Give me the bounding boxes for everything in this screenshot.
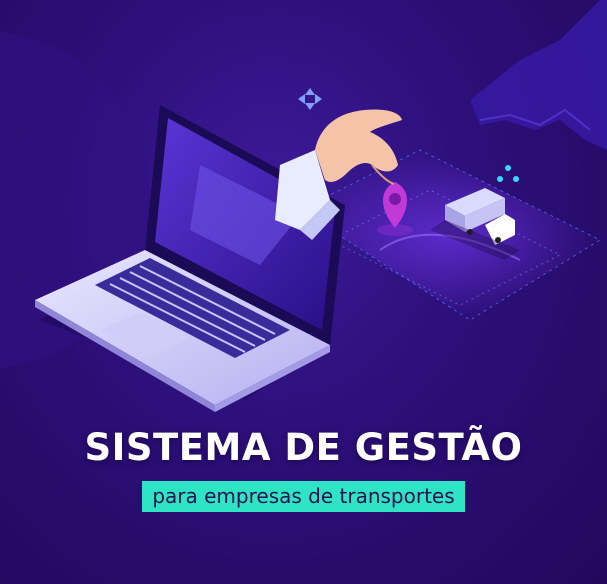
banner-subtitle-wrap: para empresas de transportes	[0, 481, 607, 512]
dots-icon	[497, 165, 519, 182]
map-icon	[470, 0, 607, 150]
banner-title: SISTEMA DE GESTÃO	[84, 426, 523, 469]
banner: SISTEMA DE GESTÃO para empresas de trans…	[0, 0, 607, 584]
banner-subtitle: para empresas de transportes	[142, 481, 465, 512]
compass-arrows-icon	[298, 88, 322, 110]
